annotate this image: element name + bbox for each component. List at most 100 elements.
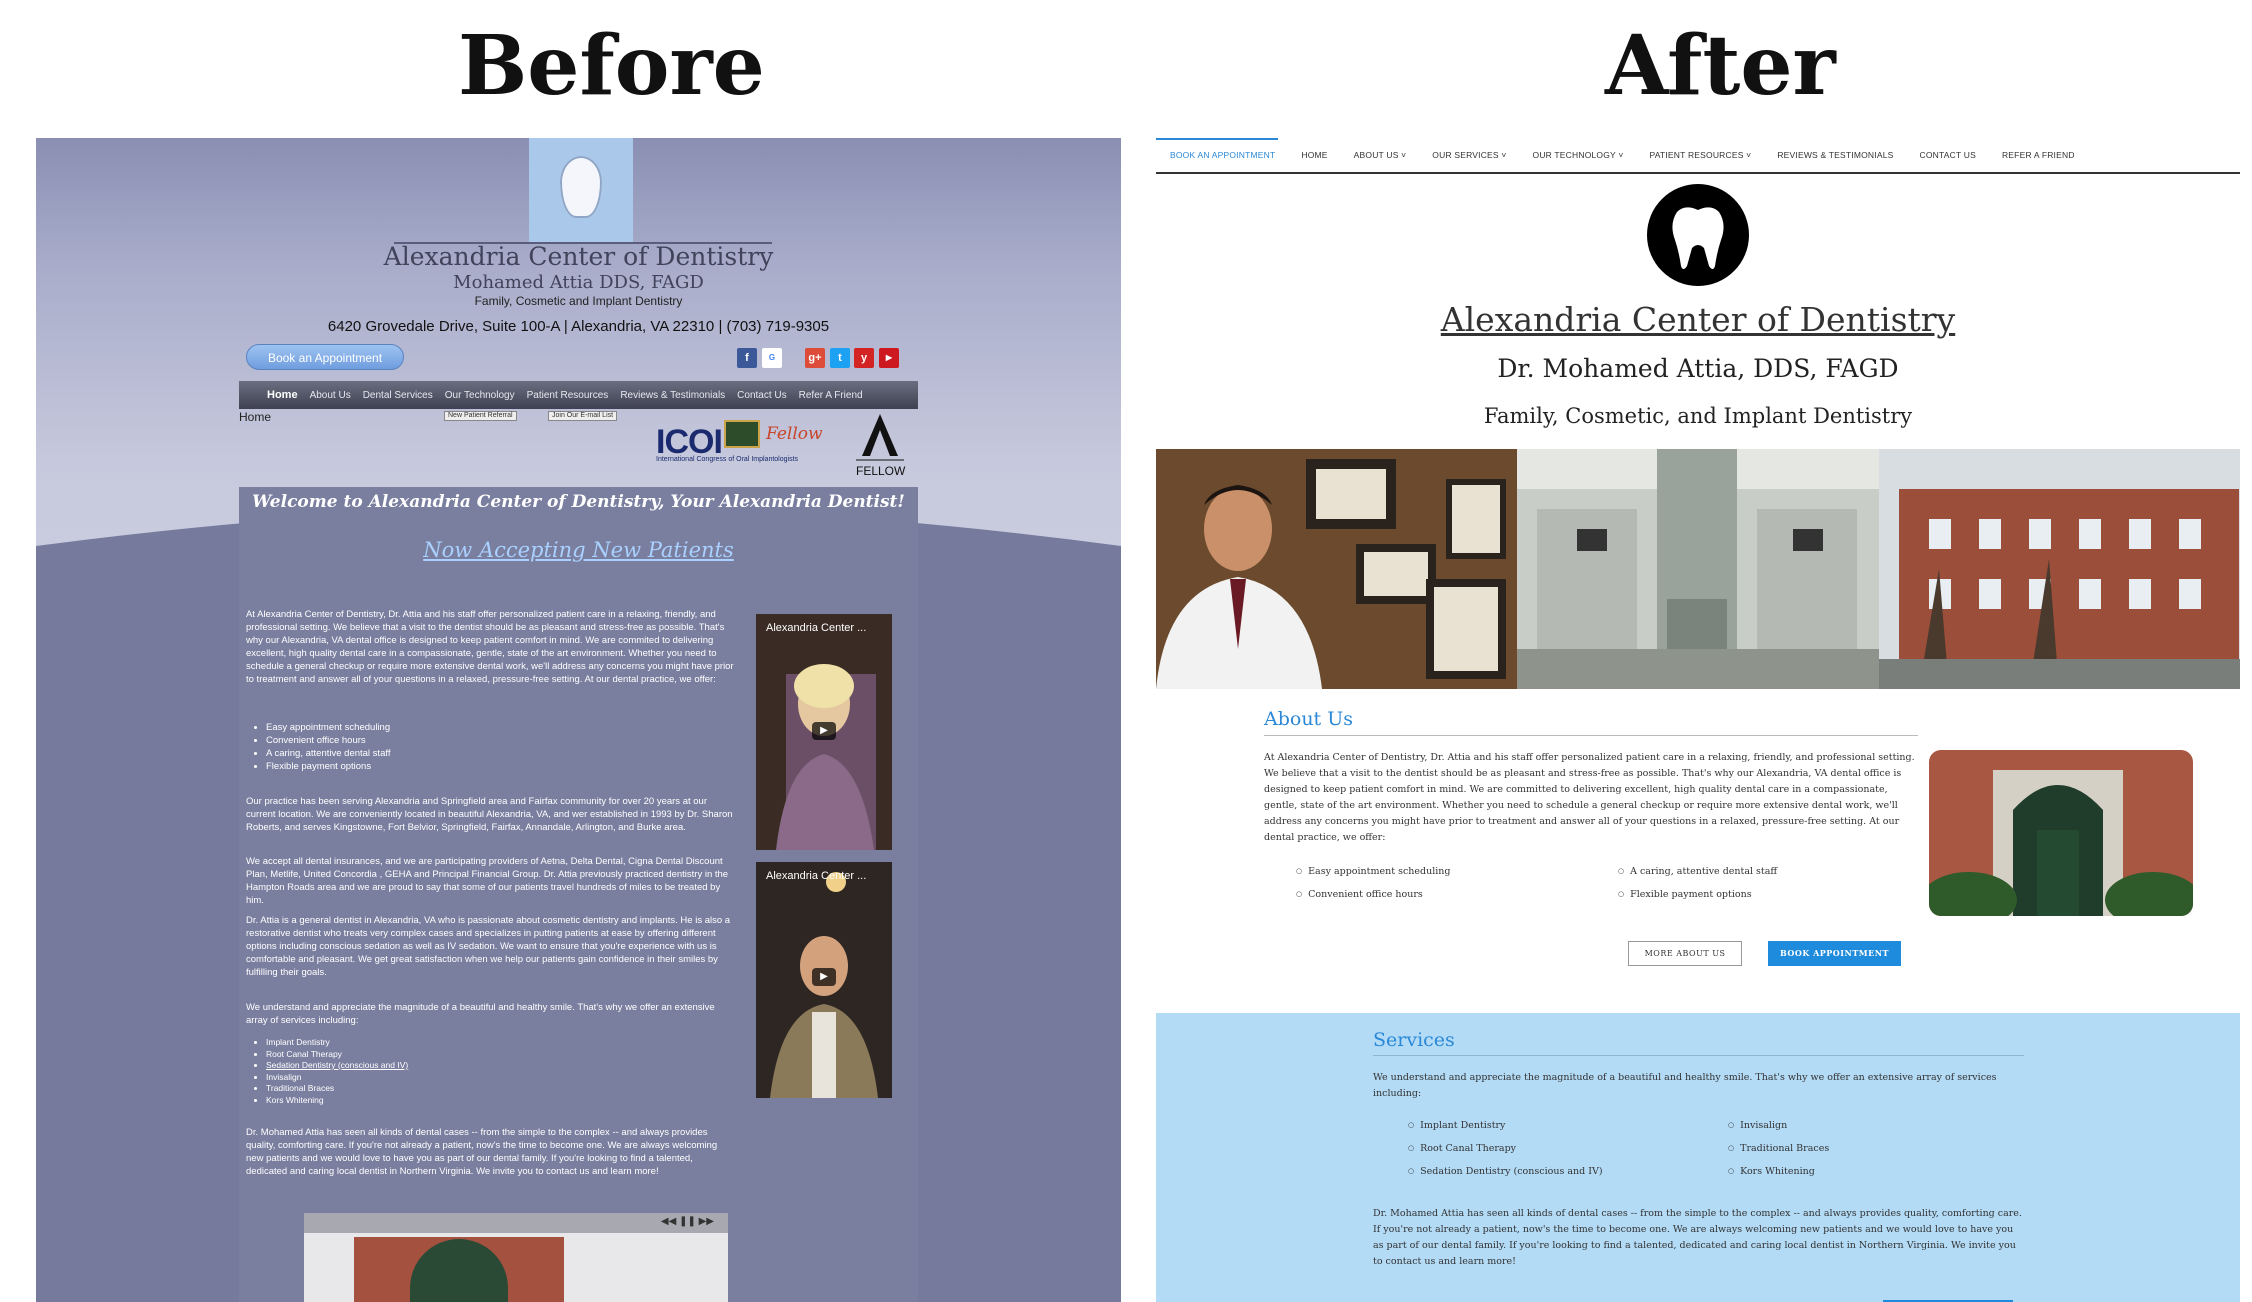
icoi-caption: International Congress of Oral Implantol… [656,456,799,463]
nav-technology[interactable]: Our Technology [445,390,515,401]
list-item: A caring, attentive dental staff [266,747,736,760]
intro-paragraph: At Alexandria Center of Dentistry, Dr. A… [246,609,734,685]
nav-home[interactable]: HOME [1301,150,1327,160]
doctor-name: Mohamed Attia DDS, FAGD [453,272,704,293]
google-icon[interactable]: G [762,348,782,368]
tooth-logo [1647,184,1749,286]
list-item: Traditional Braces [266,1083,546,1095]
divider [1264,735,1918,736]
fellow-badge-icon [724,420,760,448]
tooth-logo-banner [529,138,633,242]
nav-contact[interactable]: Contact Us [737,390,786,401]
after-heading: After [1605,18,1836,114]
youtube-icon[interactable]: ▶ [879,348,899,368]
nav-refer[interactable]: Refer A Friend [799,390,863,401]
tooth-icon [560,156,602,218]
nav-refer[interactable]: REFER A FRIEND [2002,150,2075,160]
list-item: Convenient office hours [266,734,736,747]
list-item: Root Canal Therapy [266,1049,546,1061]
site-title-text: Alexandria Center of Dentistry [1440,300,1956,339]
list-item: Kors Whitening [1728,1166,1815,1177]
nav-contact[interactable]: CONTACT US [1920,150,1976,160]
nav-book-appointment[interactable]: BOOK AN APPOINTMENT [1170,150,1275,160]
services-outro: Dr. Mohamed Attia has seen all kinds of … [1373,1208,2022,1267]
fellow-logo: Fellow [766,424,823,444]
closing-paragraph: Dr. Mohamed Attia has seen all kinds of … [246,1127,718,1177]
testimonial-video-2[interactable]: Alexandria Center ... ▶ [756,862,892,1098]
breadcrumb[interactable]: Home [239,410,271,424]
site-title: Alexandria Center of Dentistry [1156,300,2240,339]
welcome-heading: Welcome to Alexandria Center of Dentistr… [252,492,905,512]
insurance-paragraph: We accept all dental insurances, and we … [246,856,729,906]
book-appointment-button[interactable]: Book an Appointment [246,344,404,370]
services-intro: We understand and appreciate the magnitu… [1373,1072,1997,1099]
about-heading: About Us [1264,708,1353,730]
video-title: Alexandria Center ... [766,622,867,634]
video-title: Alexandria Center ... [766,870,867,882]
play-icon[interactable]: ▶ [812,968,836,986]
nav-technology[interactable]: OUR TECHNOLOGY ˅ [1533,150,1624,160]
slideshow-controls-icon[interactable]: ◀◀ ❚❚ ▶▶ [661,1216,714,1227]
list-item: Root Canal Therapy [1408,1143,1516,1154]
divider [1373,1055,2024,1056]
doctor-paragraph: Dr. Attia is a general dentist in Alexan… [246,915,731,978]
nav-reviews[interactable]: Reviews & Testimonials [620,390,725,401]
image-slideshow: ◀◀ ❚❚ ▶▶ [304,1213,728,1302]
list-item: Implant Dentistry [1408,1120,1505,1131]
list-item: Invisalign [266,1072,546,1084]
site-title: Alexandria Center of Dentistry [383,242,774,271]
testimonial-video-1[interactable]: Alexandria Center ... ▶ [756,614,892,850]
accepting-patients-link[interactable]: Now Accepting New Patients [239,538,918,562]
book-appointment-button[interactable]: BOOK APPOINTMENT [1768,941,1901,966]
services-list: Implant Dentistry Root Canal Therapy Sed… [246,1037,546,1106]
address: 6420 Grovedale Drive, Suite 100-A | Alex… [327,318,830,335]
main-nav: Home About Us Dental Services Our Techno… [239,381,918,409]
list-item: Invisalign [1728,1120,1787,1131]
list-item: Implant Dentistry [266,1037,546,1049]
doctor-photo [1156,449,1517,689]
top-nav: BOOK AN APPOINTMENT HOME ABOUT US ˅ OUR … [1156,138,2240,174]
before-heading: Before [458,18,765,114]
list-item: Easy appointment scheduling [1296,866,1450,877]
new-patient-referral-button[interactable]: New Patient Referral [444,411,517,421]
list-item[interactable]: Sedation Dentistry (conscious and IV) [266,1060,546,1072]
before-screenshot: Alexandria Center of Dentistry Mohamed A… [36,138,1121,1302]
twitter-icon[interactable]: t [830,348,850,368]
nav-about[interactable]: About Us [310,390,351,401]
list-item: Easy appointment scheduling [266,721,736,734]
email-list-button[interactable]: Join Our E-mail List [548,411,618,421]
facebook-icon[interactable]: f [737,348,757,368]
doctor-name: Dr. Mohamed Attia, DDS, FAGD [1497,354,1899,383]
specialty: Family, Cosmetic and Implant Dentistry [474,294,683,308]
nav-home[interactable]: Home [267,389,298,401]
list-item: Sedation Dentistry (conscious and IV) [1408,1166,1602,1177]
nav-about[interactable]: ABOUT US ˅ [1354,150,1407,160]
list-item: Traditional Braces [1728,1143,1829,1154]
entrance-photo [1929,750,2193,916]
after-screenshot: BOOK AN APPOINTMENT HOME ABOUT US ˅ OUR … [1156,138,2240,1302]
list-item: Flexible payment options [1618,889,1751,900]
about-paragraph: At Alexandria Center of Dentistry, Dr. A… [1264,752,1915,843]
nav-patient-resources[interactable]: Patient Resources [527,390,609,401]
list-item: Flexible payment options [266,760,736,773]
agd-fellow-label: FELLOW [856,464,906,478]
list-item: Kors Whitening [266,1095,546,1107]
services-heading: Services [1373,1029,1455,1051]
tooth-icon [1672,207,1724,269]
more-about-us-button[interactable]: MORE ABOUT US [1628,941,1742,966]
operatory-photo [1517,449,1879,689]
agd-logo-icon [856,414,904,461]
history-paragraph: Our practice has been serving Alexandria… [246,796,733,833]
hero-photos [1156,449,2240,689]
play-icon[interactable]: ▶ [812,722,836,740]
nav-services[interactable]: Dental Services [363,390,433,401]
nav-reviews[interactable]: REVIEWS & TESTIMONIALS [1777,150,1893,160]
nav-services[interactable]: OUR SERVICES ˅ [1432,150,1506,160]
building-photo [1879,449,2240,689]
yelp-icon[interactable]: y [854,348,874,368]
nav-patient-resources[interactable]: PATIENT RESOURCES ˅ [1650,150,1752,160]
services-intro: We understand and appreciate the magnitu… [246,1002,715,1026]
offers-list: Easy appointment scheduling Convenient o… [246,721,736,773]
google-plus-icon[interactable]: g+ [805,348,825,368]
list-item: Convenient office hours [1296,889,1423,900]
